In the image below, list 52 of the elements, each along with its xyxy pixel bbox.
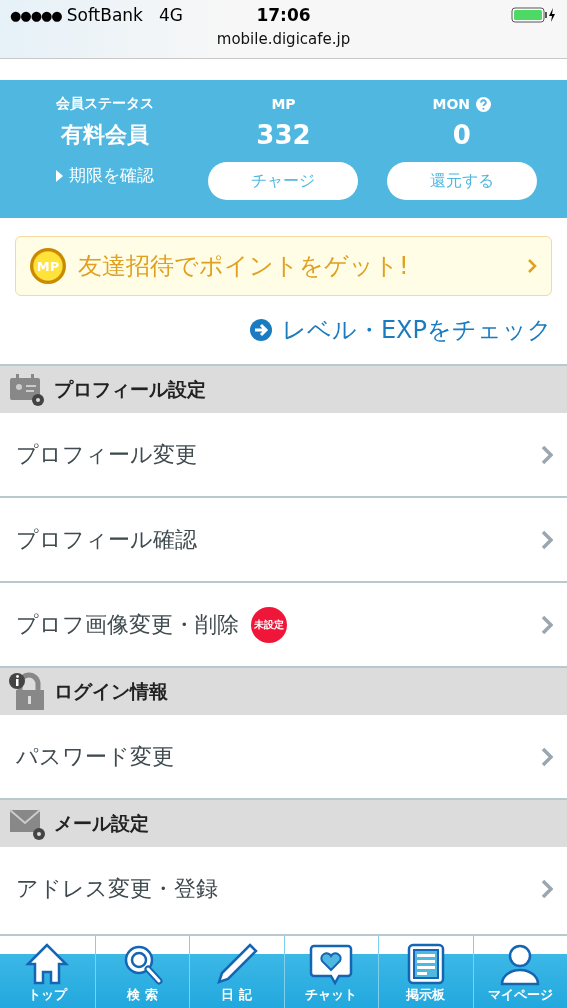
tab-bar-item[interactable]: トップ [0, 936, 95, 1008]
member-status-value: 有料会員 [61, 121, 150, 149]
mp-value: 332 [256, 120, 311, 152]
id-card-gear-icon [8, 371, 46, 408]
chevron-right-icon [541, 746, 553, 767]
address-bar-url[interactable]: mobile.digicafe.jp [0, 30, 567, 48]
menu-item[interactable]: プロフィール確認 [0, 496, 567, 581]
invite-friends-banner[interactable]: MP 友達招待でポイントをゲット! [15, 236, 552, 296]
unset-badge: 未設定 [251, 606, 287, 643]
mp-label: MP [271, 95, 296, 114]
chevron-right-icon [527, 258, 537, 274]
menu-item-label: パスワード変更 [16, 742, 174, 771]
menu-item-label: アドレス変更・登録 [16, 874, 218, 903]
mon-value: 0 [452, 120, 471, 152]
chevron-right-icon [541, 444, 553, 465]
menu-item[interactable]: アドレス変更・登録 [0, 847, 567, 930]
home-icon [25, 942, 70, 986]
chat-heart-icon [309, 942, 354, 986]
banner-text: 友達招待でポイントをゲット! [78, 251, 410, 282]
tab-bar-item[interactable]: 検 索 [94, 936, 189, 1008]
menu-item[interactable]: パスワード変更 [0, 715, 567, 798]
charge-button[interactable]: チャージ [208, 162, 359, 200]
clock: 17:06 [256, 5, 311, 25]
carrier-name: SoftBank [66, 5, 143, 25]
tab-bar-item[interactable]: 掲示板 [378, 936, 473, 1008]
level-exp-link[interactable]: レベル・EXPをチェック [249, 314, 552, 346]
member-status-label: 会員ステータス [56, 94, 155, 113]
signal-strength: ●●●●● [10, 7, 62, 23]
triangle-right-icon [56, 169, 64, 182]
mp-coin-icon: MP [30, 248, 66, 284]
tab-bar-item[interactable]: 日 記 [189, 936, 284, 1008]
tab-bar-item[interactable]: マイページ [472, 936, 567, 1008]
mon-label: MON [432, 96, 471, 112]
network-type: 4G [158, 5, 183, 25]
padlock-info-icon [8, 671, 46, 712]
section-title: メール設定 [54, 810, 149, 836]
menu-item[interactable]: プロフィール変更 [0, 413, 567, 496]
battery-charging-icon [511, 7, 557, 23]
pencil-icon [214, 942, 259, 986]
check-expiry-link[interactable]: 期限を確認 [56, 164, 155, 187]
tab-bar-item[interactable]: チャット [283, 936, 378, 1008]
section-title: ログイン情報 [54, 678, 168, 704]
menu-item-label: プロフ画像変更・削除 [16, 610, 239, 639]
redeem-button[interactable]: 還元する [386, 162, 537, 200]
arrow-circle-icon [249, 319, 272, 341]
section-title: プロフィール設定 [54, 376, 206, 402]
chevron-right-icon [541, 614, 553, 635]
menu-item-label: プロフィール確認 [16, 525, 197, 554]
help-icon[interactable] [476, 96, 492, 112]
chevron-right-icon [541, 529, 553, 550]
menu-item-label: プロフィール変更 [16, 440, 197, 469]
chevron-right-icon [541, 878, 553, 899]
